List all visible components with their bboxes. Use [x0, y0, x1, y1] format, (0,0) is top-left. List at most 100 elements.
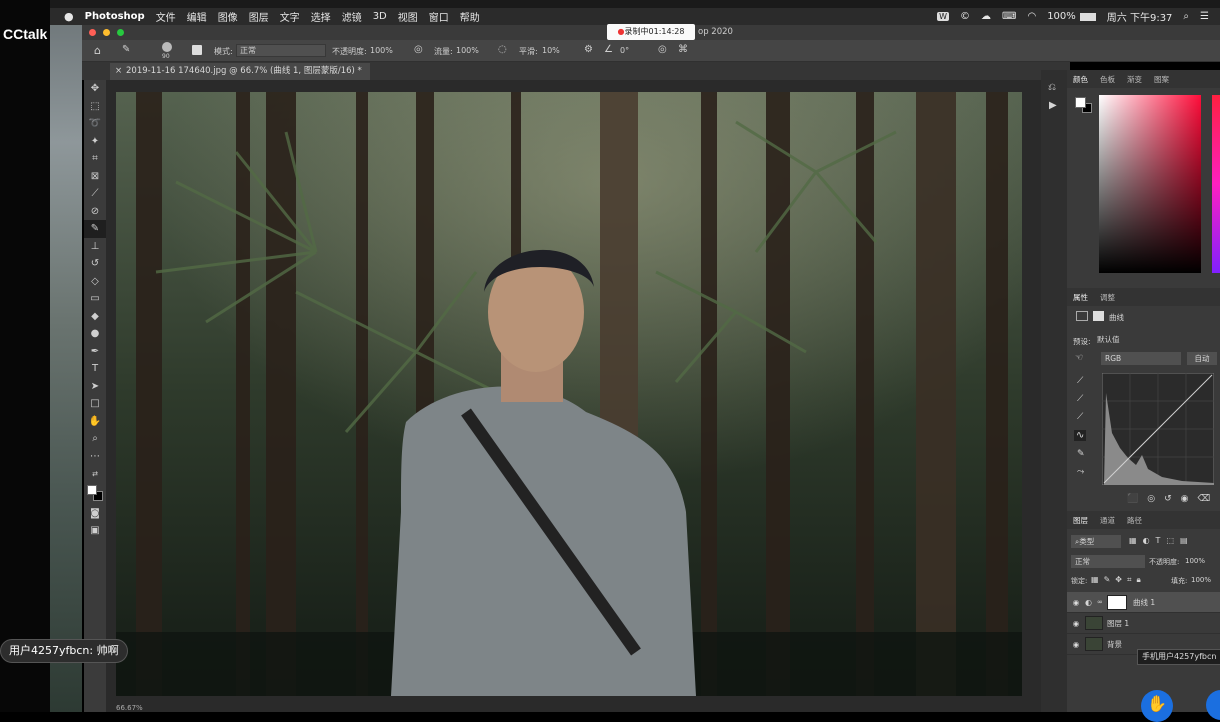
- visibility-icon[interactable]: ◉: [1181, 494, 1189, 504]
- document-tab[interactable]: × 2019-11-16 174640.jpg @ 66.7% (曲线 1, 图…: [110, 63, 370, 80]
- channel-select[interactable]: RGB: [1101, 352, 1181, 365]
- smooth-curve-icon[interactable]: ⤳: [1077, 467, 1084, 477]
- flow-value[interactable]: 100%: [456, 46, 479, 55]
- tab-channels[interactable]: 通道: [1094, 515, 1121, 526]
- menu-layer[interactable]: 图层: [249, 9, 269, 24]
- fill-value[interactable]: 100%: [1191, 576, 1211, 584]
- tab-patterns[interactable]: 图案: [1148, 74, 1175, 85]
- angle-value[interactable]: 0°: [620, 46, 629, 55]
- wechat-icon[interactable]: W: [937, 12, 950, 21]
- gradient-tool-icon[interactable]: ▭: [84, 290, 106, 308]
- filter-type-icon[interactable]: T: [1156, 536, 1161, 545]
- panel-fg-swatch[interactable]: [1075, 97, 1086, 108]
- home-icon[interactable]: ⌂: [94, 44, 101, 57]
- hand-tool-icon[interactable]: ✋: [84, 413, 106, 431]
- settings-gear-icon[interactable]: ⚙: [584, 44, 593, 55]
- color-swatches[interactable]: [84, 483, 106, 505]
- menu-file[interactable]: 文件: [156, 9, 176, 24]
- crop-tool-icon[interactable]: ⌗: [84, 150, 106, 168]
- healing-tool-icon[interactable]: ⊘: [84, 203, 106, 221]
- clock[interactable]: 周六 下午9:37: [1107, 9, 1173, 24]
- magic-wand-tool-icon[interactable]: ✦: [84, 133, 106, 151]
- history-brush-tool-icon[interactable]: ↺: [84, 255, 106, 273]
- opacity-value[interactable]: 100%: [370, 46, 393, 55]
- zoom-tool-icon[interactable]: ⌕: [84, 430, 106, 448]
- delete-adjustment-icon[interactable]: ⌫: [1197, 494, 1210, 504]
- tab-layers[interactable]: 图层: [1067, 515, 1094, 526]
- lock-pixels-icon[interactable]: ✎: [1104, 575, 1111, 585]
- status-c-icon[interactable]: ©: [960, 11, 970, 22]
- menu-edit[interactable]: 编辑: [187, 9, 207, 24]
- actions-panel-icon[interactable]: ▶: [1049, 100, 1057, 111]
- menu-window[interactable]: 窗口: [429, 9, 449, 24]
- mode-select[interactable]: 正常: [236, 44, 326, 57]
- white-point-eyedropper-icon[interactable]: ⟋: [1077, 412, 1083, 422]
- history-panel-icon[interactable]: ⎌: [1048, 82, 1056, 93]
- tab-gradients[interactable]: 渐变: [1121, 74, 1148, 85]
- filter-pixel-icon[interactable]: ▦: [1129, 536, 1137, 545]
- menu-app[interactable]: Photoshop: [85, 11, 145, 22]
- layer-opacity-value[interactable]: 100%: [1185, 557, 1205, 565]
- more-tools-icon[interactable]: ⋯: [84, 448, 106, 466]
- eyedropper-tool-icon[interactable]: ⟋: [84, 185, 106, 203]
- keyboard-icon[interactable]: ⌨: [1002, 11, 1016, 22]
- symmetry-icon[interactable]: ⌘: [678, 44, 688, 55]
- brush-tool-icon[interactable]: ✎: [122, 44, 130, 55]
- menu-list-icon[interactable]: ☰: [1200, 11, 1209, 22]
- menu-image[interactable]: 图像: [218, 9, 238, 24]
- menu-type[interactable]: 文字: [280, 9, 300, 24]
- filter-shape-icon[interactable]: ⬚: [1166, 536, 1174, 545]
- lock-transparency-icon[interactable]: ▦: [1091, 575, 1099, 585]
- zoom-window-button[interactable]: [117, 29, 124, 36]
- tab-swatches[interactable]: 色板: [1094, 74, 1121, 85]
- blend-mode-select[interactable]: 正常: [1071, 555, 1145, 568]
- cloud-icon[interactable]: ☁: [981, 11, 991, 22]
- link-icon[interactable]: ∞: [1097, 598, 1107, 606]
- mask-icon[interactable]: [1093, 311, 1104, 321]
- close-tab-icon[interactable]: ×: [115, 63, 122, 80]
- quick-mask-icon[interactable]: ◙: [84, 505, 106, 523]
- menu-3d[interactable]: 3D: [373, 11, 387, 22]
- pen-tool-icon[interactable]: ✒: [84, 343, 106, 361]
- move-tool-icon[interactable]: ✥: [84, 80, 106, 98]
- view-previous-icon[interactable]: ◎: [1147, 494, 1155, 504]
- hue-slider[interactable]: [1212, 95, 1220, 273]
- frame-tool-icon[interactable]: ⊠: [84, 168, 106, 186]
- color-picker-field[interactable]: [1099, 95, 1201, 273]
- type-tool-icon[interactable]: T: [84, 360, 106, 378]
- lock-artboard-icon[interactable]: ⌗: [1127, 575, 1132, 585]
- filter-adjust-icon[interactable]: ◐: [1143, 536, 1150, 545]
- layer-mask-thumb[interactable]: [1107, 594, 1127, 610]
- auto-button[interactable]: 自动: [1187, 352, 1217, 365]
- gray-point-eyedropper-icon[interactable]: ⟋: [1077, 394, 1083, 404]
- layer-filter-select[interactable]: ⌕类型: [1071, 535, 1121, 548]
- visibility-eye-icon[interactable]: ◉: [1067, 598, 1085, 607]
- tab-paths[interactable]: 路径: [1121, 515, 1148, 526]
- clip-to-layer-icon[interactable]: ⬛: [1127, 494, 1138, 504]
- curve-pencil-icon[interactable]: ✎: [1077, 449, 1085, 459]
- layer-row-layer1[interactable]: ◉ 图层 1: [1067, 613, 1220, 634]
- wifi-icon[interactable]: ◠: [1027, 11, 1036, 22]
- minimize-window-button[interactable]: [103, 29, 110, 36]
- screen-mode-icon[interactable]: ▣: [84, 522, 106, 540]
- reset-icon[interactable]: ↺: [1164, 494, 1172, 504]
- filter-smart-icon[interactable]: ▤: [1180, 536, 1188, 545]
- airbrush-icon[interactable]: ◌: [498, 44, 507, 55]
- spotlight-icon[interactable]: ⌕: [1183, 11, 1189, 22]
- curves-graph[interactable]: [1102, 373, 1214, 485]
- lock-position-icon[interactable]: ✥: [1115, 575, 1122, 585]
- menu-select[interactable]: 选择: [311, 9, 331, 24]
- visibility-eye-icon[interactable]: ◉: [1067, 619, 1085, 628]
- foreground-color-swatch[interactable]: [87, 484, 97, 495]
- menu-filter[interactable]: 滤镜: [342, 9, 362, 24]
- visibility-eye-icon[interactable]: ◉: [1067, 640, 1085, 649]
- apple-icon[interactable]: ●: [64, 10, 74, 23]
- tab-color[interactable]: 颜色: [1067, 74, 1094, 85]
- raise-hand-button[interactable]: ✋: [1141, 690, 1173, 722]
- target-adjust-icon[interactable]: ☜: [1075, 353, 1083, 363]
- tab-properties[interactable]: 属性: [1067, 292, 1094, 303]
- battery-icon[interactable]: [1079, 13, 1096, 21]
- curve-points-icon[interactable]: ∿: [1074, 430, 1087, 441]
- eraser-tool-icon[interactable]: ◇: [84, 273, 106, 291]
- marquee-tool-icon[interactable]: ⬚: [84, 98, 106, 116]
